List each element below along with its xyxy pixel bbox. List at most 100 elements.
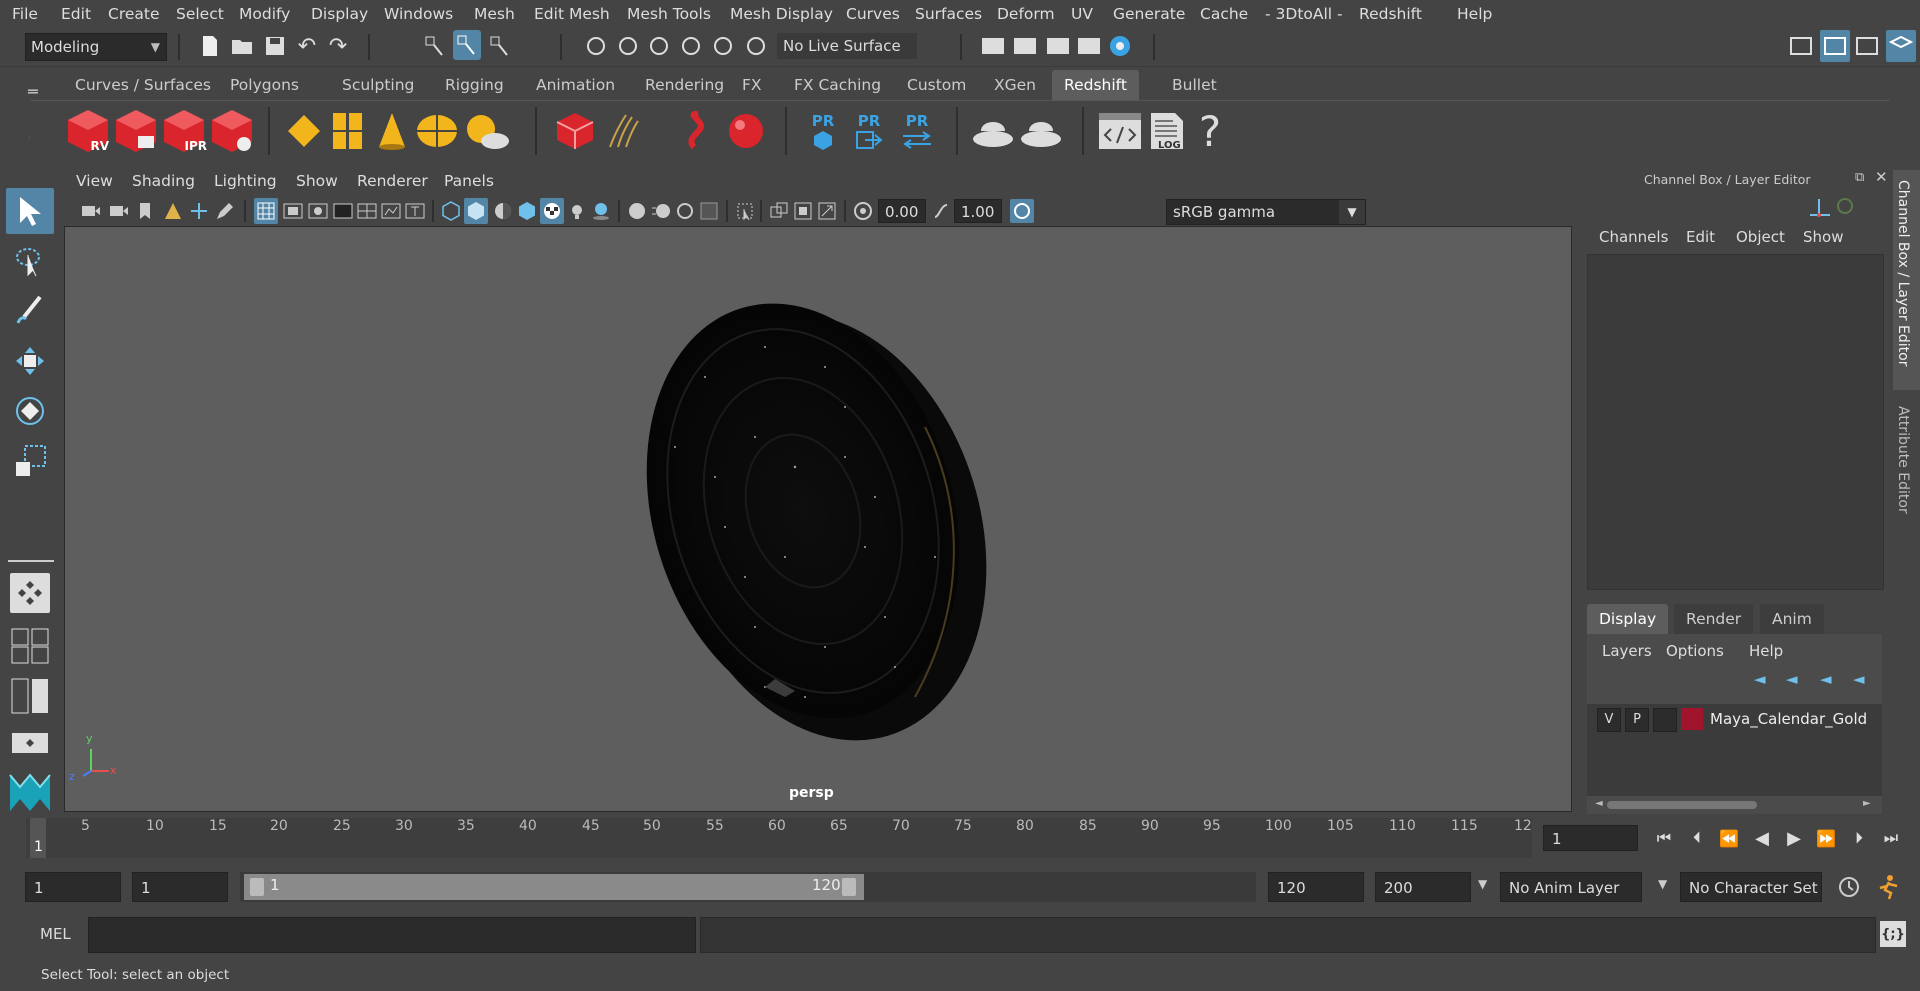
channel-lock-icon[interactable] bbox=[1836, 197, 1854, 219]
xray-icon[interactable] bbox=[768, 200, 790, 222]
exposure-icon[interactable] bbox=[852, 200, 874, 222]
select-object-icon[interactable] bbox=[453, 30, 481, 60]
side-tab-attribute-editor[interactable]: Attribute Editor bbox=[1893, 392, 1920, 542]
grid-toggle-icon[interactable] bbox=[254, 198, 278, 224]
menu-deform[interactable]: Deform bbox=[997, 5, 1055, 23]
tab-sculpting[interactable]: Sculpting bbox=[330, 70, 426, 100]
shadows-icon[interactable] bbox=[590, 200, 612, 222]
redshift-sun-sky-icon[interactable] bbox=[462, 109, 510, 153]
layer-type-toggle[interactable] bbox=[1653, 708, 1677, 732]
tab-redshift[interactable]: Redshift bbox=[1052, 70, 1139, 100]
wireframe-on-shaded-icon[interactable] bbox=[516, 200, 538, 222]
gamma-icon[interactable] bbox=[930, 200, 952, 222]
redshift-curve-icon[interactable] bbox=[682, 109, 722, 153]
new-layer-icon[interactable]: ◄ bbox=[1820, 670, 1832, 688]
grease-pencil-icon[interactable] bbox=[214, 200, 236, 222]
lasso-tool-icon[interactable] bbox=[6, 238, 54, 284]
workspace-icon[interactable] bbox=[1788, 32, 1814, 60]
script-editor-button-icon[interactable]: {;} bbox=[1880, 921, 1906, 947]
isolate-select-icon[interactable] bbox=[734, 200, 756, 222]
select-component-icon[interactable] bbox=[487, 32, 513, 60]
script-editor-icon[interactable] bbox=[1096, 109, 1144, 153]
film-gate-icon[interactable] bbox=[282, 200, 304, 222]
pr-proxy-icon[interactable]: PR bbox=[802, 107, 844, 155]
options-menu[interactable]: Options bbox=[1666, 642, 1724, 660]
live-surface-field[interactable]: No Live Surface bbox=[777, 33, 917, 59]
toggle-channel-box-icon[interactable] bbox=[1886, 30, 1916, 62]
tab-fx[interactable]: FX bbox=[730, 70, 774, 100]
hypershade-icon[interactable] bbox=[1107, 32, 1133, 60]
undo-icon[interactable]: ↶ bbox=[295, 32, 319, 60]
gamma-field[interactable]: 1.00 bbox=[954, 199, 1002, 223]
tab-bullet[interactable]: Bullet bbox=[1160, 70, 1229, 100]
camera-attributes-icon[interactable] bbox=[108, 200, 130, 222]
xray-joints-icon[interactable] bbox=[792, 200, 814, 222]
colorspace-select[interactable]: sRGB gamma ▼ bbox=[1166, 199, 1366, 225]
menu-select[interactable]: Select bbox=[176, 5, 224, 23]
wireframe-icon[interactable] bbox=[440, 200, 462, 222]
redshift-render-settings-icon[interactable] bbox=[209, 107, 255, 155]
go-to-start-icon[interactable]: ⏮ bbox=[1651, 825, 1677, 851]
new-scene-icon[interactable] bbox=[198, 32, 222, 60]
open-scene-icon[interactable] bbox=[230, 32, 256, 60]
toggle-attribute-editor-icon[interactable] bbox=[1820, 30, 1850, 62]
mode-selector[interactable]: Modeling ▼ bbox=[25, 33, 167, 61]
redshift-volume-icon[interactable] bbox=[553, 109, 597, 153]
menu-file[interactable]: File bbox=[12, 5, 38, 23]
snap-curve-icon[interactable] bbox=[616, 32, 640, 60]
motion-blur-icon[interactable] bbox=[650, 200, 672, 222]
use-all-lights-icon[interactable] bbox=[566, 200, 588, 222]
anim-layer-select[interactable]: No Anim Layer bbox=[1500, 872, 1642, 902]
menu-windows[interactable]: Windows bbox=[384, 5, 453, 23]
menu-uv[interactable]: UV bbox=[1071, 5, 1093, 23]
tab-xgen[interactable]: XGen bbox=[982, 70, 1048, 100]
render-settings-icon[interactable] bbox=[1076, 32, 1102, 60]
chevron-down-icon[interactable]: ▼ bbox=[1478, 877, 1487, 891]
viewport-menu-shading[interactable]: Shading bbox=[132, 172, 195, 190]
image-plane-icon[interactable] bbox=[162, 200, 184, 222]
step-back-key-icon[interactable]: ⏪ bbox=[1716, 825, 1742, 851]
channel-show-menu[interactable]: Show bbox=[1803, 228, 1843, 246]
resolution-gate-icon[interactable] bbox=[307, 200, 329, 222]
redshift-dome-light-icon[interactable] bbox=[414, 109, 460, 153]
viewport-menu-lighting[interactable]: Lighting bbox=[214, 172, 277, 190]
menu-generate[interactable]: Generate bbox=[1113, 5, 1185, 23]
current-frame-field[interactable]: 1 bbox=[1543, 825, 1638, 851]
play-backwards-icon[interactable]: ◀ bbox=[1749, 825, 1775, 851]
character-set-select[interactable]: No Character Set bbox=[1680, 872, 1822, 902]
tab-rendering[interactable]: Rendering bbox=[633, 70, 736, 100]
safe-action-icon[interactable] bbox=[380, 200, 402, 222]
viewport-persp[interactable]: y x z persp bbox=[64, 226, 1572, 812]
menu-mesh-tools[interactable]: Mesh Tools bbox=[627, 5, 711, 23]
bookmark-icon[interactable] bbox=[136, 200, 154, 222]
step-forward-key-icon[interactable]: ⏩ bbox=[1813, 825, 1839, 851]
layout-single-icon[interactable] bbox=[10, 728, 50, 758]
pr-export-icon[interactable]: PR bbox=[848, 107, 890, 155]
default-material-icon[interactable] bbox=[492, 200, 514, 222]
menu-mesh[interactable]: Mesh bbox=[474, 5, 515, 23]
ipr-render-icon[interactable] bbox=[1045, 32, 1071, 60]
channel-list[interactable] bbox=[1587, 254, 1884, 590]
channels-menu[interactable]: Channels bbox=[1599, 228, 1668, 246]
redshift-object-props-icon[interactable] bbox=[970, 109, 1016, 153]
viewport-menu-panels[interactable]: Panels bbox=[444, 172, 494, 190]
make-live-icon[interactable] bbox=[744, 32, 768, 60]
transform-gizmo-icon[interactable] bbox=[1806, 195, 1832, 221]
gate-mask-icon[interactable] bbox=[332, 200, 354, 222]
tab-curves-surfaces[interactable]: Curves / Surfaces bbox=[63, 70, 223, 100]
menu-curves[interactable]: Curves bbox=[846, 5, 900, 23]
pr-swap-icon[interactable]: PR bbox=[896, 107, 938, 155]
screen-space-ao-icon[interactable] bbox=[626, 200, 648, 222]
paint-select-tool-icon[interactable] bbox=[6, 288, 54, 334]
channel-edit-menu[interactable]: Edit bbox=[1686, 228, 1715, 246]
two-d-pan-zoom-icon[interactable] bbox=[188, 200, 210, 222]
preferences-running-man-icon[interactable] bbox=[1874, 873, 1902, 901]
playback-start-field[interactable]: 1 bbox=[132, 872, 228, 902]
depth-of-field-icon[interactable] bbox=[698, 200, 720, 222]
menu-modify[interactable]: Modify bbox=[239, 5, 290, 23]
redshift-render-view-icon[interactable]: RV bbox=[65, 107, 111, 155]
menu-edit-mesh[interactable]: Edit Mesh bbox=[534, 5, 610, 23]
layer-color-swatch[interactable] bbox=[1681, 708, 1703, 730]
select-hierarchy-icon[interactable] bbox=[422, 32, 448, 60]
snap-projected-center-icon[interactable] bbox=[679, 32, 703, 60]
